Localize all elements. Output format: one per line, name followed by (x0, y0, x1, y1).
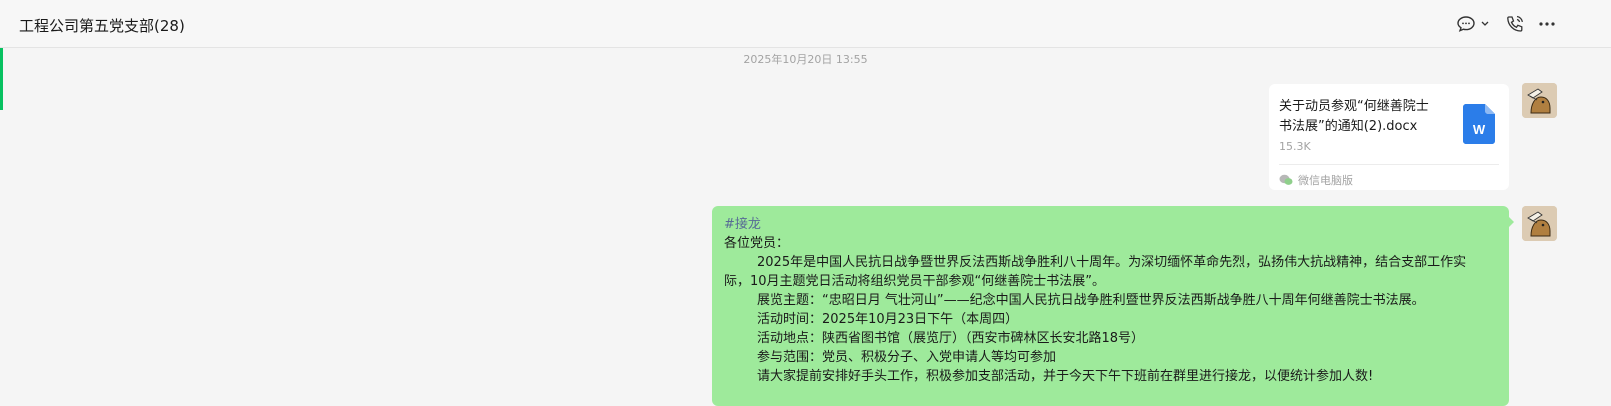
call-button[interactable] (1505, 14, 1525, 34)
message-line: 请大家提前安排好手头工作，积极参加支部活动，并于今天下午下班前在群里进行接龙，以… (757, 369, 1374, 384)
word-icon-letter: W (1473, 122, 1486, 137)
message-line: 活动地点：陕西省图书馆（展览厅）（西安市碑林区长安北路18号） (757, 331, 1145, 346)
chat-info-dropdown[interactable] (1457, 14, 1491, 34)
file-message-card[interactable]: 关于动员参观“何继善院士 书法展”的通知(2).docx 15.3K W 微信电… (1269, 84, 1509, 190)
word-document-icon: W (1463, 104, 1495, 144)
file-name: 关于动员参观“何继善院士 书法展”的通知(2).docx (1279, 97, 1451, 137)
avatar-icon (1522, 206, 1557, 241)
phone-call-icon (1507, 15, 1524, 32)
file-name-line-2: 书法展”的通知(2).docx (1279, 119, 1418, 134)
avatar-icon (1522, 83, 1557, 118)
wechat-icon (1279, 174, 1293, 185)
avatar[interactable] (1522, 206, 1557, 241)
chevron-down-icon (1481, 21, 1489, 26)
message-line: 展览主题：“忠昭日月 气壮河山”——纪念中国人民抗日战争胜利暨世界反法西斯战争胜… (757, 293, 1425, 308)
message-line: 参与范围：党员、积极分子、入党申请人等均可参加 (757, 350, 1057, 365)
chat-bubble-icon (1457, 16, 1489, 32)
message-timestamp: 2025年10月20日 13:55 (743, 53, 868, 66)
message-line: 活动时间：2025年10月23日下午（本周四） (757, 312, 1019, 327)
message-line: 2025年是中国人民抗日战争暨世界反法西斯战争胜利八十周年。为深切缅怀革命先烈，… (757, 255, 1467, 270)
file-name-line-1: 关于动员参观“何继善院士 (1279, 99, 1429, 114)
file-source: 微信电脑版 (1279, 172, 1353, 188)
message-line: 各位党员： (724, 236, 790, 251)
chat-header: 工程公司第五党支部(28) (0, 0, 1611, 48)
more-dots-icon (1539, 22, 1555, 26)
more-button[interactable] (1537, 14, 1557, 34)
message-line: 际，10月主题党日活动将组织党员干部参观“何继善院士书法展”。 (724, 274, 1106, 289)
hashtag-link[interactable]: #接龙 (724, 215, 1509, 234)
file-size: 15.3K (1279, 140, 1311, 153)
text-message-bubble[interactable]: #接龙 各位党员： 2025年是中国人民抗日战争暨世界反法西斯战争胜利八十周年。… (712, 206, 1509, 406)
avatar[interactable] (1522, 83, 1557, 118)
file-card-divider (1279, 164, 1499, 165)
chat-title: 工程公司第五党支部(28) (19, 17, 185, 35)
file-source-label: 微信电脑版 (1298, 174, 1353, 187)
